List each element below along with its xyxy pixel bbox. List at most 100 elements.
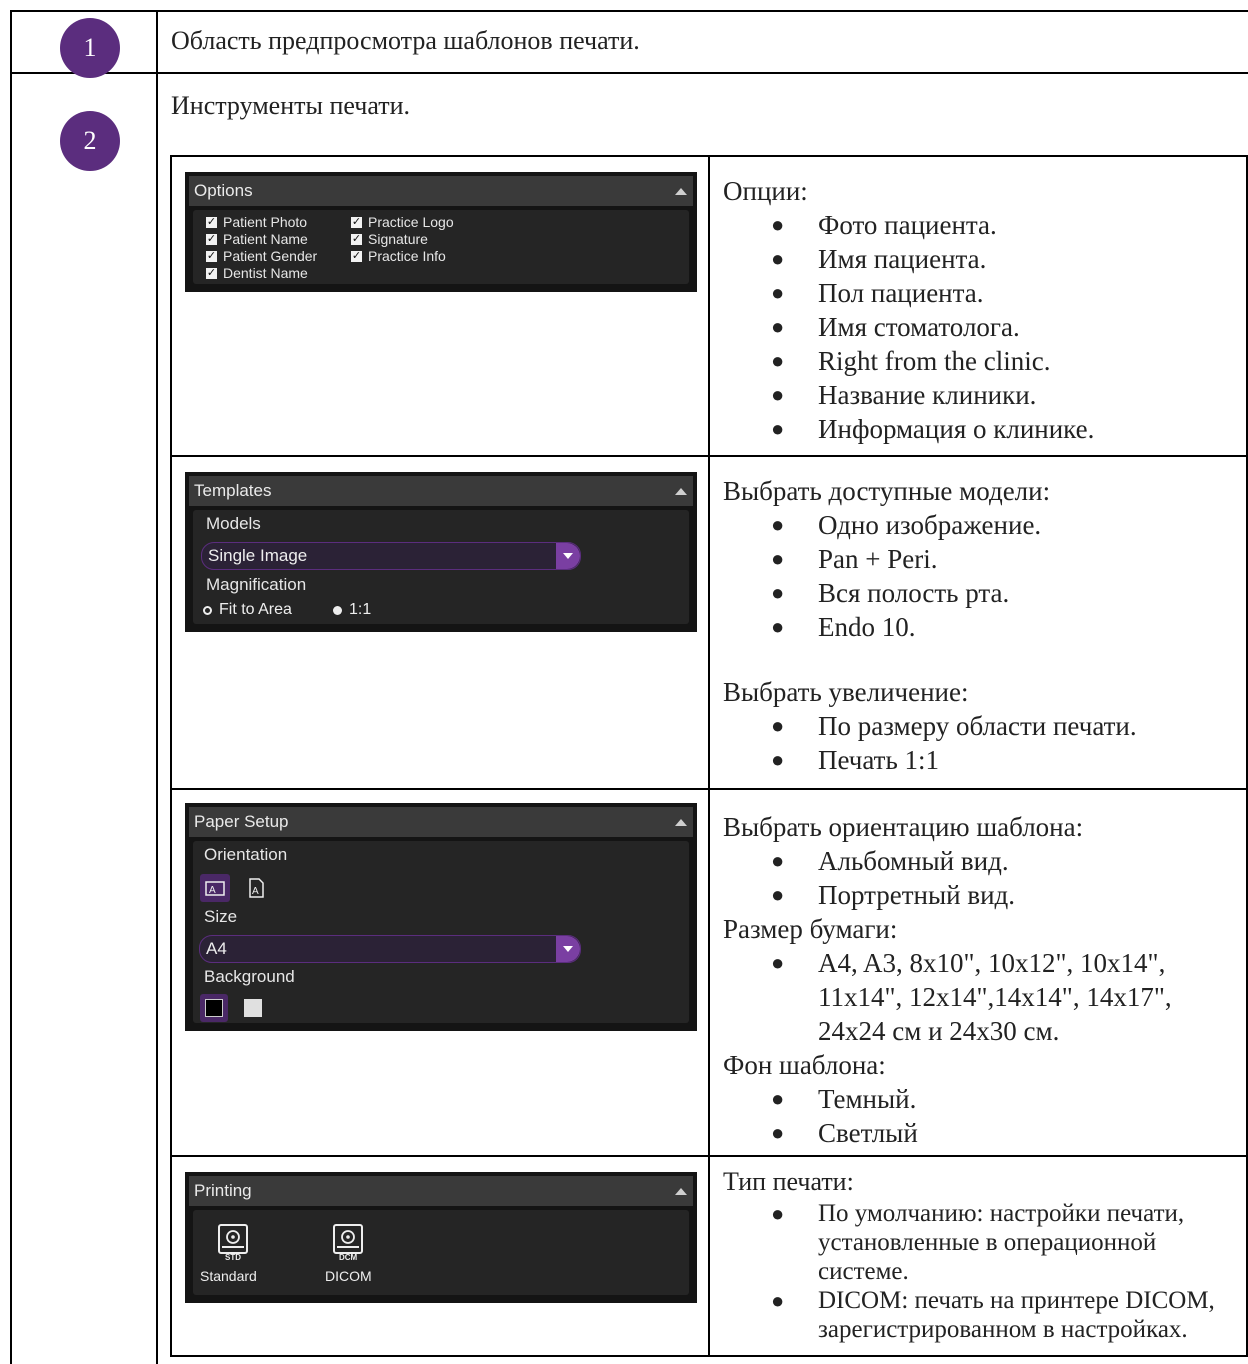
dicom-label: DICOM [325,1268,372,1284]
size-select-value: A4 [206,939,227,958]
paper-setup-panel: Paper Setup Orientation A A Size A4 Back… [185,803,697,1031]
paper-size-list: A4, A3, 8x10", 10x12", 10x14", 11x14", 1… [723,946,1172,1048]
list-item: Имя пациента. [723,242,1094,276]
models-label: Models [206,514,261,533]
size-select[interactable]: A4 [199,935,581,963]
orientation-label: Orientation [204,845,288,864]
dicom-line-2: зарегистрированном в настройках. [818,1316,1188,1343]
collapse-icon[interactable] [675,487,687,495]
list-item: Endo 10. [723,610,1137,644]
inner-row3-bottom [170,1155,1248,1157]
paper-setup-description: Выбрать ориентацию шаблона: Альбомный ви… [723,810,1172,1150]
printing-panel-title: Printing [194,1181,252,1200]
standard-tag: STD [225,1253,241,1262]
models-select[interactable]: Single Image [201,542,581,570]
list-item: Фото пациента. [723,208,1094,242]
checkbox-dentist-name[interactable]: ✓ Dentist Name [206,265,308,281]
list-item: Темный. [723,1082,1172,1116]
sizes-line-1: A4, A3, 8x10", 10x12", 10x14", [818,948,1166,978]
paper-setup-panel-header[interactable]: Paper Setup [189,807,693,837]
collapse-icon[interactable] [675,1187,687,1195]
list-item: Светлый [723,1116,1172,1150]
collapse-icon[interactable] [675,818,687,826]
checkbox-patient-name[interactable]: ✓ Patient Name [206,231,308,247]
options-heading: Опции: [723,176,808,206]
options-panel-body: ✓ Patient Photo ✓ Practice Logo ✓ Patient N… [193,210,689,284]
printing-panel-header[interactable]: Printing [189,1176,693,1206]
options-list: Фото пациента. Имя пациента. Пол пациент… [723,208,1094,446]
inner-row4-bottom [170,1355,1248,1357]
background-heading: Фон шаблона: [723,1050,886,1080]
inner-col-divider [708,155,710,1357]
options-panel-header[interactable]: Options [189,176,693,206]
inner-left-border [170,155,172,1357]
dark-color-box [205,999,223,1017]
row1-text: Область предпросмотра шаблонов печати. [171,26,640,55]
dicom-line-1: DICOM: печать на принтере DICOM, [818,1287,1215,1314]
checkbox-patient-gender[interactable]: ✓ Patient Gender [206,248,317,264]
default-line-3: системе. [818,1258,909,1285]
checkbox-practice-info[interactable]: ✓ Practice Info [351,248,446,264]
list-item: По размеру области печати. [723,709,1137,743]
magnification-list: По размеру области печати. Печать 1:1 [723,709,1137,777]
paper-setup-panel-title: Paper Setup [194,812,289,831]
checkbox-label: Patient Photo [223,214,308,230]
inner-row2-bottom [170,788,1248,790]
standard-print-button[interactable]: STD Standard [198,1220,268,1286]
checkbox-label: Practice Logo [368,214,454,230]
list-item: По умолчанию: настройки печати, установл… [723,1199,1215,1286]
checkbox-patient-photo[interactable]: ✓ Patient Photo [206,214,307,230]
dicom-print-button[interactable]: DCM DICOM [313,1220,383,1286]
radio-icon [333,605,342,615]
templates-panel-header[interactable]: Templates [189,476,693,506]
list-item: Right from the clinic. [723,344,1094,378]
radio-fit-to-area[interactable]: Fit to Area [203,601,292,619]
paper-setup-panel-body: Orientation A A Size A4 Background [193,841,689,1023]
svg-text:A: A [252,886,259,897]
checkbox-icon: ✓ [351,232,362,245]
row2-number-badge: 2 [60,111,120,171]
checkbox-signature[interactable]: ✓ Signature [351,231,428,247]
paper-size-heading: Размер бумаги: [723,914,898,944]
background-list: Темный. Светлый [723,1082,1172,1150]
orientation-list: Альбомный вид. Портретный вид. [723,844,1172,912]
background-light-swatch[interactable] [244,999,262,1017]
inner-row1-bottom [170,455,1248,457]
options-description: Опции: Фото пациента. Имя пациента. Пол … [723,174,1094,446]
chevron-down-icon[interactable] [556,936,580,962]
checkbox-label: Signature [368,231,428,247]
print-type-heading: Тип печати: [723,1167,854,1196]
options-panel-title: Options [194,181,253,200]
standard-label: Standard [200,1268,257,1284]
checkbox-label: Patient Gender [223,248,318,264]
printing-description: Тип печати: По умолчанию: настройки печа… [723,1165,1215,1344]
row1-bottom-border [10,72,1248,74]
collapse-icon[interactable] [675,187,687,195]
outer-top-border [10,10,1248,12]
printing-panel-body: STD Standard DCM DICOM [193,1210,689,1295]
templates-panel-title: Templates [194,481,272,500]
landscape-page-icon: A [205,881,225,896]
landscape-orientation-button[interactable]: A [200,874,230,902]
outer-col-divider [156,10,158,1364]
templates-description: Выбрать доступные модели: Одно изображен… [723,474,1137,777]
templates-panel-body: Models Single Image Magnification Fit to… [193,510,689,624]
row2-text: Инструменты печати. [171,91,410,120]
size-label: Size [204,907,238,926]
checkbox-icon: ✓ [351,215,362,228]
models-list: Одно изображение. Pan + Peri. Вся полост… [723,508,1137,644]
radio-label: Fit to Area [219,601,292,618]
background-dark-swatch[interactable] [200,994,228,1022]
list-item: Информация о клинике. [723,412,1094,446]
options-panel: Options ✓ Patient Photo ✓ Practice Logo ✓ P… [185,172,697,292]
radio-icon [203,605,212,615]
orientation-heading: Выбрать ориентацию шаблона: [723,812,1084,842]
portrait-orientation-button[interactable]: A [243,874,269,902]
list-item: Pan + Peri. [723,542,1137,576]
default-line-1: По умолчанию: настройки печати, [818,1200,1185,1227]
checkbox-practice-logo[interactable]: ✓ Practice Logo [351,214,454,230]
radio-one-to-one[interactable]: 1:1 [333,601,371,619]
checkbox-icon: ✓ [206,232,217,245]
chevron-down-icon[interactable] [556,543,580,569]
radio-label: 1:1 [349,601,372,618]
